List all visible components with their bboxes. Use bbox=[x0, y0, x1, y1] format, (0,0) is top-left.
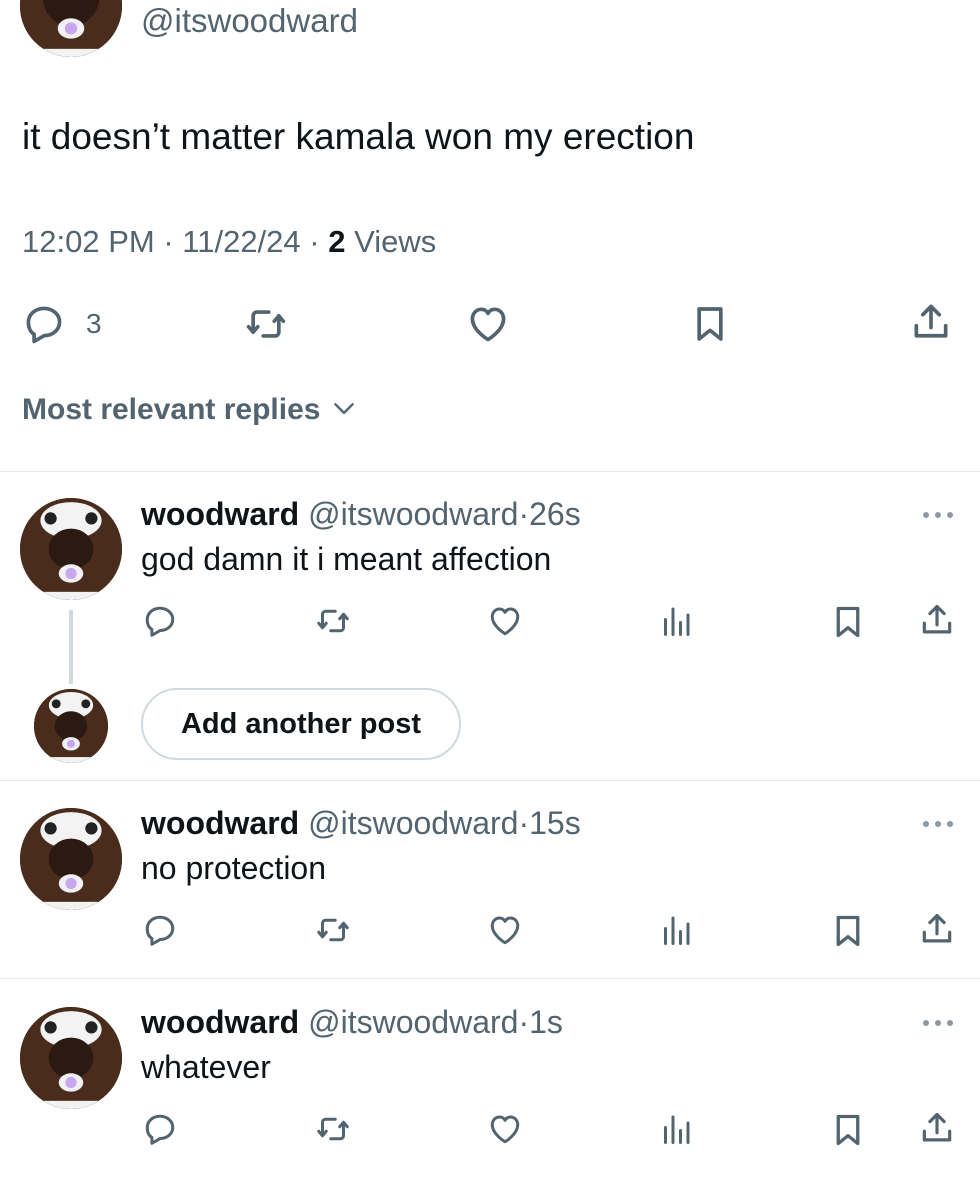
reply-time[interactable]: 26s bbox=[529, 496, 581, 532]
like-icon[interactable] bbox=[485, 912, 525, 948]
post-time[interactable]: 12:02 PM bbox=[22, 224, 155, 259]
share-icon[interactable] bbox=[918, 601, 956, 639]
like-icon[interactable] bbox=[485, 1111, 525, 1147]
bookmark-icon[interactable] bbox=[690, 301, 730, 347]
views-icon[interactable] bbox=[658, 603, 694, 639]
retweet-icon[interactable] bbox=[312, 1111, 354, 1147]
reply-time[interactable]: 15s bbox=[529, 805, 581, 841]
divider bbox=[0, 471, 980, 472]
reply-time[interactable]: 1s bbox=[529, 1004, 563, 1040]
reply-author-name[interactable]: woodward bbox=[141, 805, 299, 841]
author-handle[interactable]: @itswoodward bbox=[141, 2, 358, 40]
views-count: 2 bbox=[328, 224, 346, 259]
post-text: it doesn’t matter kamala won my erection bbox=[22, 116, 695, 157]
reply-count: 3 bbox=[86, 308, 102, 339]
replies-sort-dropdown[interactable]: Most relevant replies bbox=[22, 393, 357, 427]
add-another-post-button[interactable]: Add another post bbox=[141, 688, 461, 760]
more-options-icon[interactable] bbox=[920, 1016, 956, 1030]
like-icon[interactable] bbox=[465, 302, 511, 346]
retweet-icon[interactable] bbox=[242, 302, 290, 346]
bookmark-icon[interactable] bbox=[830, 603, 866, 641]
views-label: Views bbox=[354, 224, 437, 259]
reply-text: god damn it i meant affection bbox=[141, 541, 552, 577]
reply-avatar[interactable] bbox=[20, 1007, 122, 1109]
divider bbox=[0, 978, 980, 979]
reply-author-handle[interactable]: @itswoodward bbox=[308, 805, 518, 841]
divider bbox=[0, 780, 980, 781]
reply-header: woodward @itswoodward·26s bbox=[141, 496, 581, 532]
bookmark-icon[interactable] bbox=[830, 1111, 866, 1149]
reply-author-handle[interactable]: @itswoodward bbox=[308, 496, 518, 532]
bookmark-icon[interactable] bbox=[830, 912, 866, 950]
reply-text: no protection bbox=[141, 850, 327, 886]
reply-avatar[interactable] bbox=[20, 498, 122, 600]
more-options-icon[interactable] bbox=[920, 817, 956, 831]
reply-author-handle[interactable]: @itswoodward bbox=[308, 1004, 518, 1040]
share-icon[interactable] bbox=[909, 299, 953, 345]
retweet-icon[interactable] bbox=[312, 603, 354, 639]
reply-icon[interactable] bbox=[22, 302, 66, 346]
thread-connector bbox=[69, 610, 73, 684]
like-icon[interactable] bbox=[485, 603, 525, 639]
chevron-down-icon bbox=[331, 395, 357, 421]
reply-text: whatever bbox=[141, 1049, 271, 1085]
reply-author-name[interactable]: woodward bbox=[141, 496, 299, 532]
author-avatar[interactable] bbox=[20, 0, 122, 57]
reply-icon[interactable] bbox=[141, 1111, 179, 1147]
reply-header: woodward @itswoodward·15s bbox=[141, 805, 581, 841]
reply-icon[interactable] bbox=[141, 603, 179, 639]
share-icon[interactable] bbox=[918, 910, 956, 948]
views-icon[interactable] bbox=[658, 912, 694, 948]
reply-avatar[interactable] bbox=[20, 808, 122, 910]
views-icon[interactable] bbox=[658, 1111, 694, 1147]
post-date[interactable]: 11/22/24 bbox=[182, 224, 300, 259]
reply-icon[interactable] bbox=[141, 912, 179, 948]
post-meta: 12:02 PM · 11/22/24 · 2 Views bbox=[22, 224, 437, 259]
reply-header: woodward @itswoodward·1s bbox=[141, 1004, 563, 1040]
reply-author-name[interactable]: woodward bbox=[141, 1004, 299, 1040]
share-icon[interactable] bbox=[918, 1109, 956, 1147]
more-options-icon[interactable] bbox=[920, 508, 956, 522]
retweet-icon[interactable] bbox=[312, 912, 354, 948]
composer-avatar bbox=[34, 689, 108, 763]
